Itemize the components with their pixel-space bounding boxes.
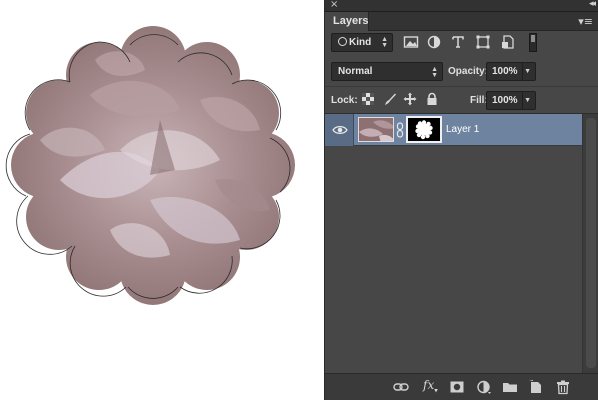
scroll-thumb[interactable] (586, 118, 596, 368)
new-layer-icon[interactable] (528, 379, 544, 395)
layer-name[interactable]: Layer 1 (446, 124, 479, 135)
layers-scrollbar[interactable] (582, 114, 598, 373)
opacity-label: Opacity: (448, 66, 489, 77)
panel-tab-row: Layers ▾≡ (325, 12, 598, 31)
lock-image-pixels-icon[interactable] (383, 92, 397, 106)
trash-icon[interactable] (555, 379, 571, 395)
pixel-layer-filter-icon[interactable] (403, 34, 419, 50)
lock-label: Lock: (331, 95, 358, 106)
new-group-icon[interactable] (502, 379, 518, 395)
blend-mode-select[interactable]: Normal ▲ ▼ (331, 62, 443, 81)
filter-kind-label: Kind (349, 37, 372, 48)
eye-icon (332, 125, 348, 135)
chevron-updown-icon: ▲ ▼ (381, 36, 388, 49)
adjustment-layer-filter-icon[interactable] (426, 34, 442, 50)
link-layers-icon[interactable] (393, 379, 409, 395)
layer-thumbnail[interactable] (358, 117, 394, 142)
photoshop-workspace: × ◂◂ Layers ▾≡ Kind ▲ ▼ Normal ▲ ▼ Opaci… (0, 0, 598, 400)
chevron-updown-icon: ▲ ▼ (431, 66, 438, 79)
collapse-panel-icon[interactable]: ◂◂ (589, 0, 596, 9)
opacity-value: 100% (492, 66, 518, 77)
layers-list: Layer 1 (325, 114, 582, 373)
layer-mask-thumbnail[interactable] (406, 116, 442, 143)
layers-bottom-toolbar: fx▾ (325, 373, 598, 400)
fill-field[interactable]: 100% ▼ (486, 91, 536, 110)
chevron-down-icon[interactable]: ▼ (524, 97, 531, 104)
blend-mode-value: Normal (338, 66, 373, 77)
close-panel-icon[interactable]: × (330, 0, 338, 10)
chevron-down-icon[interactable]: ▼ (524, 68, 531, 75)
search-icon (338, 37, 347, 46)
document-canvas[interactable] (0, 0, 324, 400)
tab-layers[interactable]: Layers (325, 12, 369, 31)
mask-link-icon[interactable] (396, 122, 404, 138)
adjustment-layer-icon[interactable] (476, 379, 492, 395)
add-mask-icon[interactable] (449, 379, 465, 395)
visibility-toggle[interactable] (325, 114, 354, 146)
filter-kind-select[interactable]: Kind ▲ ▼ (331, 33, 393, 52)
panel-title-bar: × ◂◂ (325, 0, 598, 12)
flower-masked-photo (5, 26, 295, 305)
layer-row[interactable]: Layer 1 (325, 114, 582, 146)
filter-toggle-switch[interactable] (529, 33, 537, 52)
panel-menu-icon[interactable]: ▾≡ (578, 15, 593, 28)
layers-panel: × ◂◂ Layers ▾≡ Kind ▲ ▼ Normal ▲ ▼ Opaci… (324, 0, 598, 400)
opacity-field[interactable]: 100% ▼ (486, 62, 536, 81)
shape-layer-filter-icon[interactable] (475, 34, 491, 50)
lock-all-icon[interactable] (425, 92, 439, 106)
divider (325, 86, 598, 87)
lock-position-icon[interactable] (403, 92, 417, 106)
fx-icon[interactable]: fx▾ (423, 378, 438, 394)
lock-transparent-pixels-icon[interactable] (361, 92, 375, 106)
smart-object-filter-icon[interactable] (500, 34, 516, 50)
fill-value: 100% (492, 95, 518, 106)
type-layer-filter-icon[interactable] (450, 34, 466, 50)
